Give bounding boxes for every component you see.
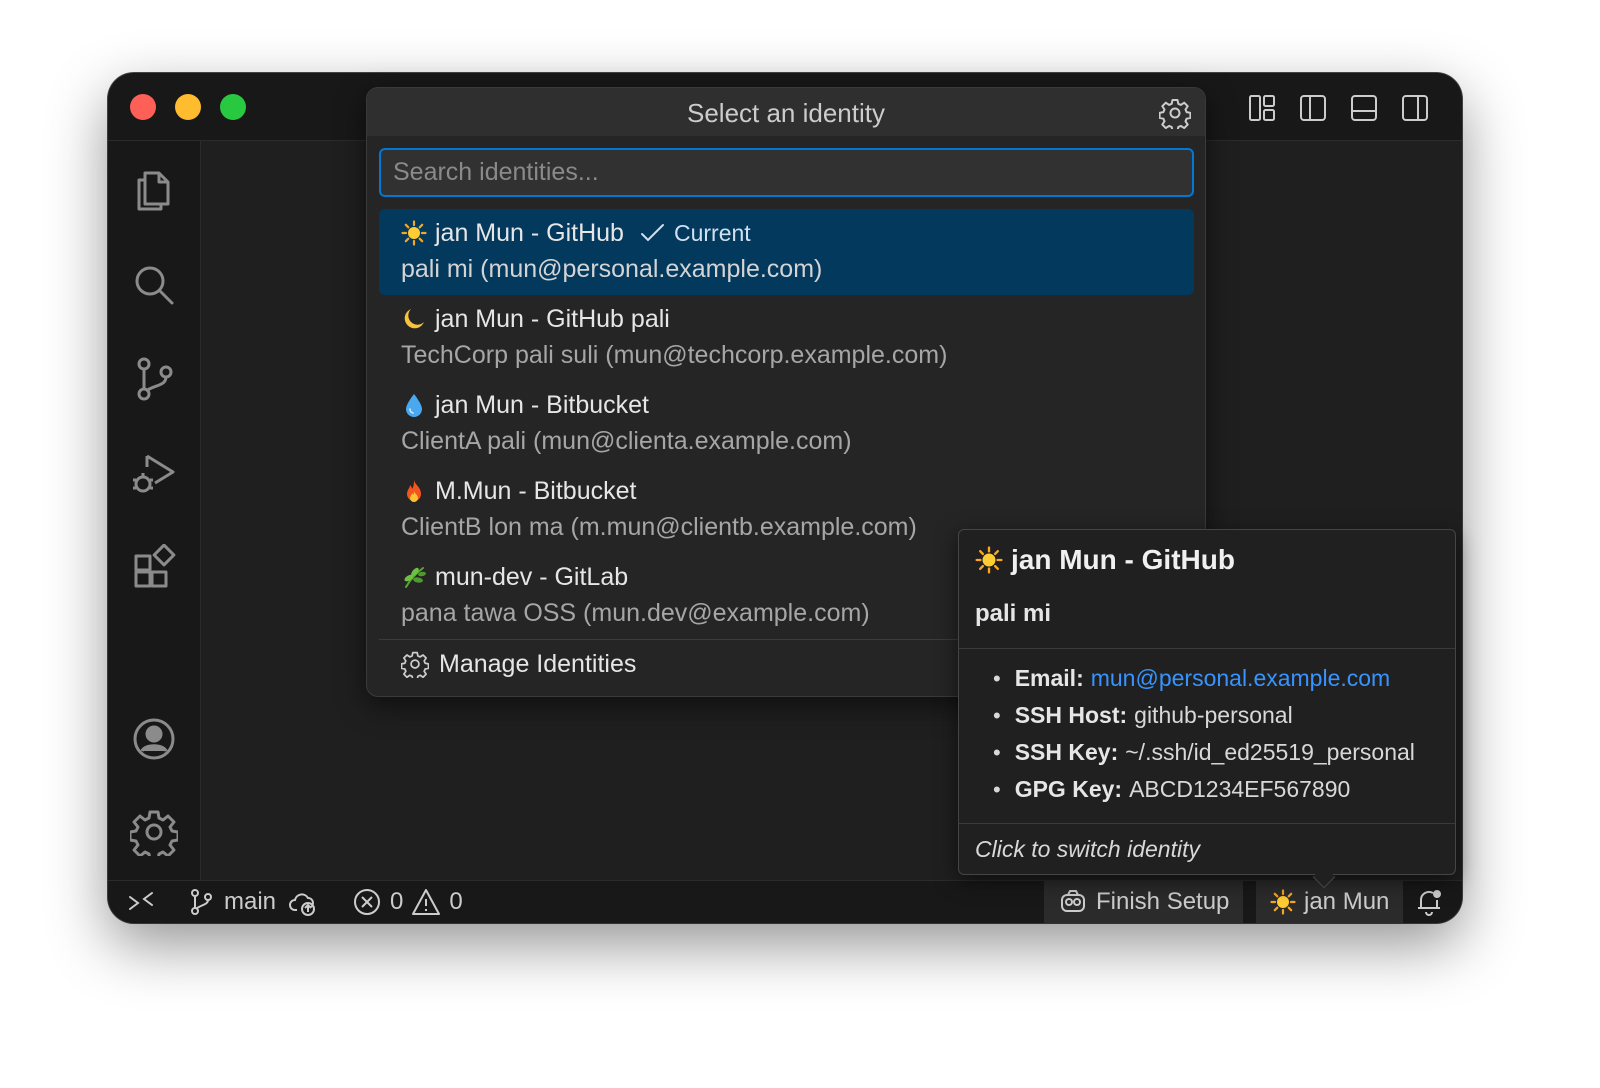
- fire-icon: [401, 478, 427, 504]
- identity-label: jan Mun - Bitbucket: [435, 390, 649, 419]
- identity-status-label: jan Mun: [1304, 888, 1390, 915]
- accounts-icon[interactable]: [130, 715, 178, 763]
- quick-pick-title: Select an identity: [367, 88, 1205, 136]
- identity-label: M.Mun - Bitbucket: [435, 476, 637, 505]
- customize-layout-icon[interactable]: [1247, 93, 1277, 123]
- toggle-primary-sidebar-icon[interactable]: [1298, 93, 1328, 123]
- droplet-icon: [401, 392, 427, 418]
- identity-detail: pana tawa OSS (mun.dev@example.com): [401, 599, 870, 627]
- identity-detail: TechCorp pali suli (mun@techcorp.example…: [401, 341, 948, 369]
- activity-bar: [108, 141, 201, 881]
- minimize-window-button[interactable]: [175, 94, 201, 120]
- source-control-icon[interactable]: [130, 355, 178, 403]
- hover-title: jan Mun - GitHub: [975, 544, 1235, 576]
- identity-detail: ClientB lon ma (m.mun@clientb.example.co…: [401, 513, 917, 541]
- current-badge-label: Current: [673, 219, 751, 246]
- explorer-icon[interactable]: [130, 167, 178, 215]
- identity-details-list: Email: mun@personal.example.com SSH Host…: [993, 660, 1415, 808]
- ssh-key-label: SSH Key:: [1014, 739, 1119, 765]
- sun-icon: [401, 220, 427, 246]
- finish-setup-label: Finish Setup: [1096, 888, 1230, 915]
- bell-icon: [1418, 890, 1441, 916]
- search-icon[interactable]: [130, 261, 178, 309]
- ssh-host-row: SSH Host: github-personal: [993, 697, 1415, 734]
- search-input[interactable]: [381, 150, 1192, 195]
- branch-icon: [191, 889, 212, 915]
- status-bar: main 0 0 Finish Setup jan Mun: [108, 880, 1462, 923]
- branch-name: main: [224, 888, 277, 915]
- gpg-key-value: ABCD1234EF567890: [1129, 776, 1351, 802]
- copilot-icon: [1061, 890, 1085, 912]
- identity-label: jan Mun - GitHub pali: [435, 304, 670, 333]
- moon-icon: [401, 306, 427, 332]
- hover-subtitle: pali mi: [975, 600, 1052, 627]
- zoom-window-button[interactable]: [220, 94, 246, 120]
- current-badge: Current: [638, 219, 751, 247]
- remote-indicator[interactable]: [126, 881, 156, 923]
- identity-item[interactable]: jan Mun - GitHub Current pali mi (mun@pe…: [379, 209, 1194, 295]
- notifications-button[interactable]: [1414, 881, 1444, 923]
- ssh-key-value: ~/.ssh/id_ed25519_personal: [1125, 739, 1415, 765]
- error-count: 0: [390, 888, 404, 915]
- manage-identities-label: Manage Identities: [439, 649, 637, 678]
- identity-label: jan Mun - GitHub: [435, 218, 624, 247]
- gear-icon: [401, 651, 429, 678]
- identity-item[interactable]: jan Mun - Bitbucket ClientA pali (mun@cl…: [379, 381, 1194, 467]
- manage-gear-icon[interactable]: [128, 808, 180, 862]
- email-label: Email:: [1014, 665, 1084, 691]
- identity-hover-card: jan Mun - GitHub pali mi Email: mun@pers…: [958, 529, 1456, 875]
- problems-status[interactable]: 0 0: [352, 881, 463, 923]
- finish-setup-button[interactable]: Finish Setup: [1044, 881, 1244, 923]
- toggle-secondary-sidebar-icon[interactable]: [1400, 93, 1430, 123]
- divider: [959, 648, 1455, 649]
- error-icon: [354, 889, 380, 915]
- email-link[interactable]: mun@personal.example.com: [1091, 665, 1390, 692]
- run-and-debug-icon[interactable]: [130, 450, 178, 498]
- remote-icon: [129, 892, 153, 910]
- identity-label: mun-dev - GitLab: [435, 562, 629, 591]
- manage-identities-item[interactable]: Manage Identities: [401, 646, 636, 682]
- cloud-upload-icon: [289, 893, 316, 916]
- branch-status[interactable]: main: [186, 881, 318, 923]
- hover-footer: Click to switch identity: [975, 836, 1200, 862]
- close-window-button[interactable]: [130, 94, 156, 120]
- divider: [959, 823, 1455, 824]
- identity-detail: pali mi (mun@personal.example.com): [401, 255, 823, 283]
- email-row: Email: mun@personal.example.com: [993, 660, 1415, 697]
- warning-count: 0: [449, 888, 463, 915]
- identity-detail: ClientA pali (mun@clienta.example.com): [401, 427, 852, 455]
- gpg-key-label: GPG Key:: [1014, 776, 1123, 802]
- ssh-host-label: SSH Host:: [1014, 702, 1128, 728]
- herb-icon: [401, 564, 427, 590]
- extensions-icon[interactable]: [130, 543, 178, 592]
- ssh-host-value: github-personal: [1134, 702, 1293, 728]
- search-identities-field[interactable]: [379, 148, 1194, 197]
- sun-icon: [975, 546, 1003, 574]
- hover-title-text: jan Mun - GitHub: [1011, 544, 1235, 575]
- ssh-key-row: SSH Key: ~/.ssh/id_ed25519_personal: [993, 734, 1415, 771]
- identity-status-button[interactable]: jan Mun: [1256, 881, 1404, 923]
- toggle-panel-icon[interactable]: [1349, 93, 1379, 123]
- sun-icon: [1270, 889, 1296, 915]
- identity-item[interactable]: jan Mun - GitHub pali TechCorp pali suli…: [379, 295, 1194, 381]
- warning-icon: [412, 889, 441, 915]
- gpg-key-row: GPG Key: ABCD1234EF567890: [993, 771, 1415, 808]
- gear-icon[interactable]: [1158, 97, 1192, 132]
- check-icon: [640, 224, 664, 242]
